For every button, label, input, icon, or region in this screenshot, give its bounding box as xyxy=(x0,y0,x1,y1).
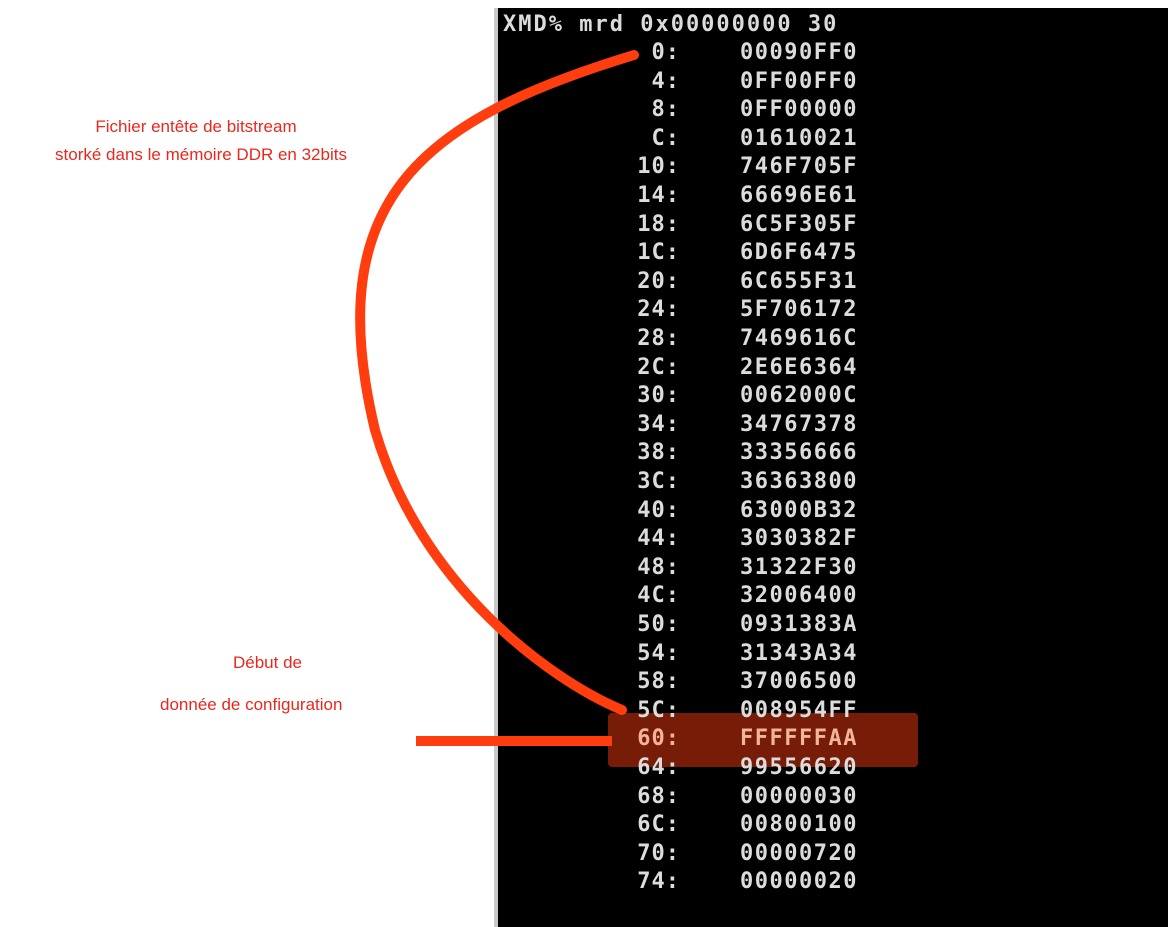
annotation-overlay xyxy=(355,50,639,746)
header-note-line1: Fichier entête de bitstream xyxy=(95,117,297,136)
config-note-line1: Début de xyxy=(233,653,302,672)
config-note-line2: donnée de configuration xyxy=(160,695,343,714)
header-note-line2: storké dans le mémoire DDR en 32bits xyxy=(55,145,347,164)
